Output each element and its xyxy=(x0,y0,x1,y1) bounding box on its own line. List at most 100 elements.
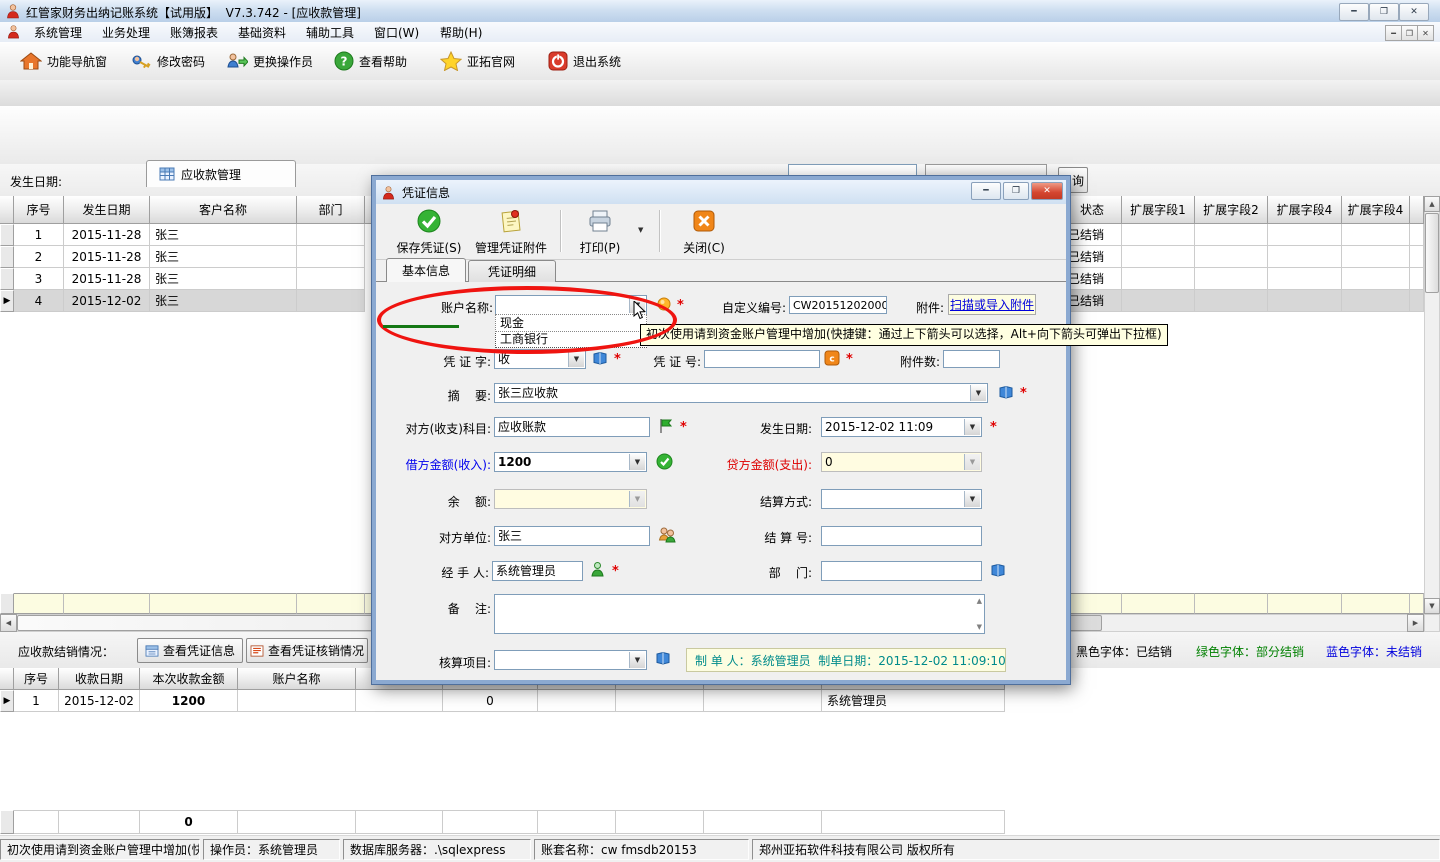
current-row-arrow-icon: ▶ xyxy=(4,296,11,306)
menu-item-basedata[interactable]: 基础资料 xyxy=(228,22,296,42)
menu-item-business[interactable]: 业务处理 xyxy=(92,22,160,42)
col-header-date[interactable]: 发生日期 xyxy=(64,196,150,224)
view-voucher-info-button[interactable]: 查看凭证信息 xyxy=(137,638,243,663)
menu-item-reports[interactable]: 账簿报表 xyxy=(160,22,228,42)
minimize-icon[interactable]: ━ xyxy=(1339,3,1369,21)
dialog-title-bar: 凭证信息 ━ ❐ ✕ xyxy=(376,180,1066,205)
menu-item-system[interactable]: 系统管理 xyxy=(24,22,92,42)
flag-icon[interactable] xyxy=(658,418,674,434)
debit-combo[interactable]: 1200▼ xyxy=(494,452,647,472)
book-icon[interactable] xyxy=(990,563,1006,577)
opp-unit-input[interactable]: 张三 xyxy=(494,526,650,546)
spin-up-icon[interactable]: ▲ xyxy=(977,597,982,605)
tab-receivables[interactable]: 应收款管理 xyxy=(146,160,296,187)
balance-combo-disabled: ▼ xyxy=(494,489,647,509)
refresh-icon[interactable]: c xyxy=(824,350,840,366)
switch-operator-button[interactable]: 更换操作员 xyxy=(218,44,321,78)
status-accountset: 账套名称：cw fmsdb20153 xyxy=(534,839,749,860)
vertical-scroll-thumb[interactable] xyxy=(1425,213,1439,293)
close-icon[interactable]: ✕ xyxy=(1399,3,1429,21)
print-dropdown-arrow-icon[interactable]: ▼ xyxy=(638,226,643,234)
settle-no-input[interactable] xyxy=(821,526,982,546)
occur-date-combo[interactable]: 2015-12-02 11:09▼ xyxy=(821,417,982,437)
col-header-customer[interactable]: 客户名称 xyxy=(150,196,297,224)
chevron-down-icon[interactable]: ▼ xyxy=(970,385,986,401)
view-voucher-writeoff-button[interactable]: 查看凭证核销情况 xyxy=(246,638,368,663)
dialog-minimize-icon[interactable]: ━ xyxy=(971,182,1001,200)
manage-attachments-button[interactable]: 管理凭证附件 xyxy=(468,208,554,256)
app-icon xyxy=(5,3,21,19)
dialog-icon xyxy=(381,185,396,200)
voucher-no-input[interactable] xyxy=(704,350,820,368)
title-bar: 红管家财务出纳记账系统【试用版】 V7.3.742 - [应收款管理] ━ ❐ … xyxy=(0,0,1440,23)
col-header-dept[interactable]: 部门 xyxy=(297,196,365,224)
legend-settled: 黑色字体：已结销 xyxy=(1076,643,1172,660)
opp-subject-input[interactable]: 应收账款 xyxy=(494,417,650,437)
cell-seq: 2 xyxy=(14,246,64,268)
scan-import-attachment-link[interactable]: 扫描或导入附件 xyxy=(948,294,1036,315)
chevron-down-icon[interactable]: ▼ xyxy=(964,491,980,507)
dialog-print-button[interactable]: 打印(P) xyxy=(572,208,628,256)
mdi-restore-icon[interactable]: ❐ xyxy=(1401,25,1418,41)
col-header-status[interactable]: 状态 xyxy=(1063,196,1122,224)
nav-window-button[interactable]: 功能导航窗 xyxy=(12,44,115,78)
cell-customer: 张三 xyxy=(150,290,297,312)
summary-combo[interactable]: 张三应收款▼ xyxy=(494,383,988,403)
menu-item-tools[interactable]: 辅助工具 xyxy=(296,22,364,42)
mdi-minimize-icon[interactable]: ━ xyxy=(1385,25,1402,41)
summary-label: 摘 要: xyxy=(402,387,491,404)
menu-item-help[interactable]: 帮助(H) xyxy=(430,22,492,42)
bcol-header-seq[interactable]: 序号 xyxy=(14,668,59,690)
legend-partial: 绿色字体：部分结销 xyxy=(1196,643,1304,660)
bcol-header-account[interactable]: 账户名称 xyxy=(238,668,356,690)
required-asterisk: * xyxy=(614,352,621,367)
exit-button[interactable]: 退出系统 xyxy=(540,44,629,78)
bcol-header-date[interactable]: 收款日期 xyxy=(59,668,140,690)
required-asterisk: * xyxy=(612,564,619,579)
help-button[interactable]: ? 查看帮助 xyxy=(326,44,415,78)
restore-icon[interactable]: ❐ xyxy=(1369,3,1399,21)
save-check-icon xyxy=(416,208,442,234)
change-password-button[interactable]: 修改密码 xyxy=(122,44,213,78)
people-icon[interactable] xyxy=(658,526,676,543)
chevron-down-icon[interactable]: ▼ xyxy=(568,351,584,367)
attach-count-input[interactable] xyxy=(943,350,1000,368)
date-range-label: 发生日期: xyxy=(10,173,62,190)
handler-input[interactable]: 系统管理员 xyxy=(492,561,583,581)
scroll-down-icon[interactable]: ▼ xyxy=(1424,598,1440,614)
dialog-tab-detail[interactable]: 凭证明细 xyxy=(468,260,556,282)
custom-no-input[interactable]: CW2015120200049 xyxy=(789,296,887,314)
cell-dept xyxy=(297,224,365,246)
dialog-close-button[interactable]: 关闭(C) xyxy=(676,208,732,256)
col-header-ext2[interactable]: 扩展字段2 xyxy=(1195,196,1268,224)
spin-down-icon[interactable]: ▼ xyxy=(977,623,982,631)
dept-input[interactable] xyxy=(821,561,982,581)
chevron-down-icon[interactable]: ▼ xyxy=(629,652,645,668)
settle-method-combo[interactable]: ▼ xyxy=(821,489,982,509)
dialog-tab-basic[interactable]: 基本信息 xyxy=(386,258,466,282)
scroll-right-icon[interactable]: ▶ xyxy=(1407,614,1424,632)
dialog-restore-icon[interactable]: ❐ xyxy=(1003,182,1029,200)
dialog-close-icon[interactable]: ✕ xyxy=(1031,182,1063,200)
book-icon[interactable] xyxy=(655,651,671,665)
chevron-down-icon[interactable]: ▼ xyxy=(629,454,645,470)
cell-date: 2015-11-28 xyxy=(64,224,150,246)
col-header-ext4b[interactable]: 扩展字段4 xyxy=(1342,196,1410,224)
chevron-down-icon[interactable]: ▼ xyxy=(964,419,980,435)
scroll-up-icon[interactable]: ▲ xyxy=(1424,196,1440,212)
bcol-header-amount[interactable]: 本次收款金额 xyxy=(140,668,238,690)
remark-textarea[interactable]: ▲ ▼ xyxy=(494,594,985,634)
mdi-close-icon[interactable]: ✕ xyxy=(1417,25,1434,41)
col-header-seq[interactable]: 序号 xyxy=(14,196,64,224)
note-pin-icon xyxy=(498,208,524,234)
col-header-ext4a[interactable]: 扩展字段4 xyxy=(1268,196,1342,224)
menu-item-window[interactable]: 窗口(W) xyxy=(364,22,429,42)
scroll-left-icon[interactable]: ◀ xyxy=(0,614,17,632)
credit-combo-disabled: 0▼ xyxy=(821,452,982,472)
child-window-icon xyxy=(6,24,21,39)
save-voucher-button[interactable]: 保存凭证(S) xyxy=(392,208,466,256)
person-green-icon[interactable] xyxy=(590,561,605,577)
col-header-ext1[interactable]: 扩展字段1 xyxy=(1122,196,1195,224)
acct-item-combo[interactable]: ▼ xyxy=(494,650,647,670)
website-button[interactable]: 亚拓官网 xyxy=(432,44,523,78)
